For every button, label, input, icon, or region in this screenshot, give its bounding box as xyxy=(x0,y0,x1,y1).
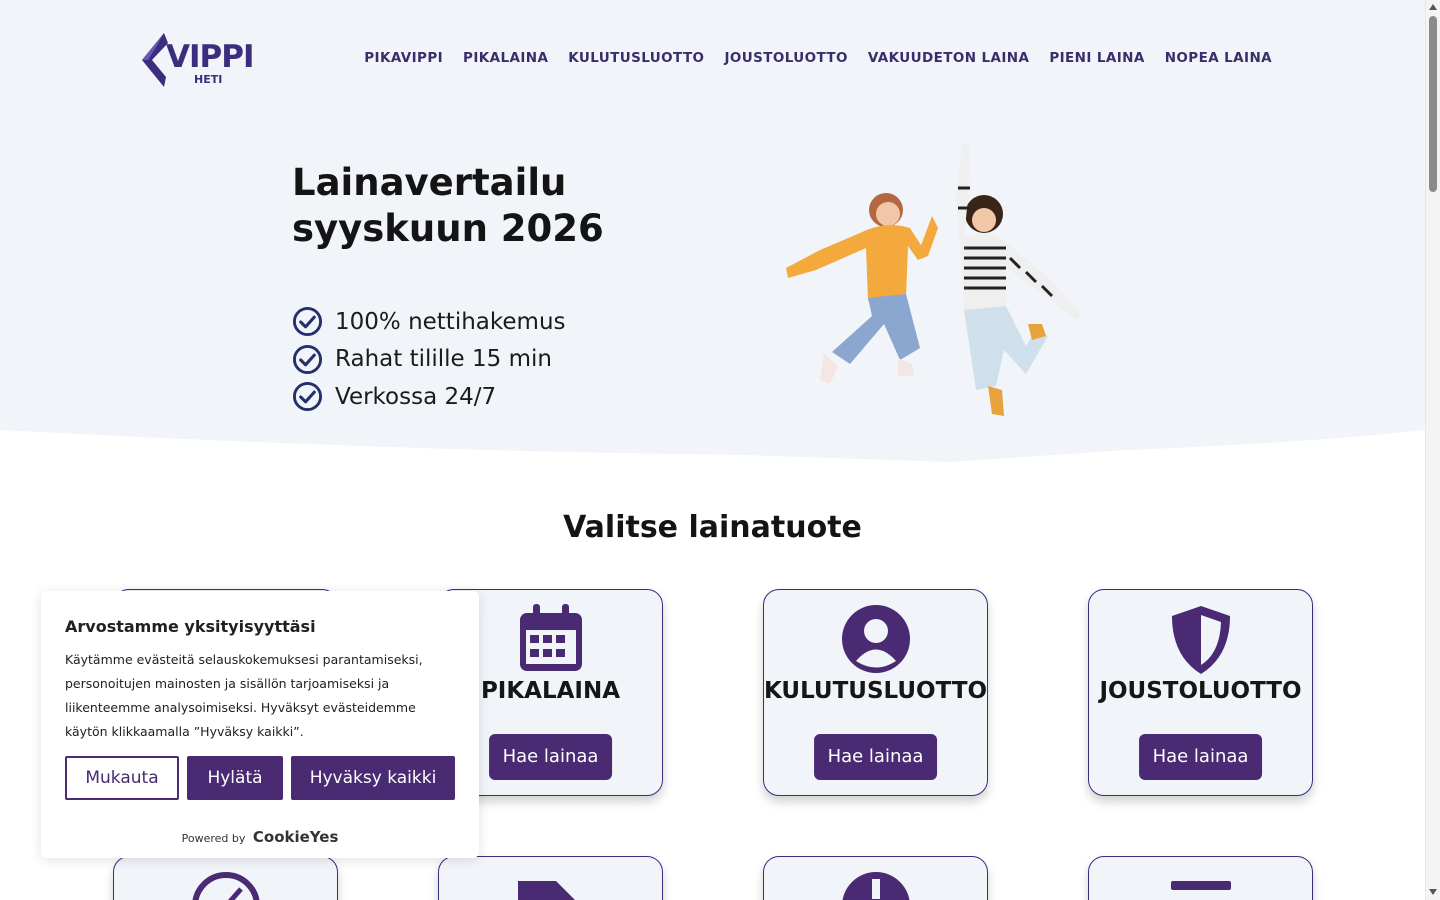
cookie-powered-by[interactable]: Powered by CookieYes xyxy=(41,828,479,846)
check-circle-icon xyxy=(292,307,323,337)
speedometer-icon xyxy=(192,872,259,900)
document-icon xyxy=(1170,881,1231,890)
card-title: KULUTUSLUOTTO xyxy=(764,678,988,704)
apply-loan-button[interactable]: Hae lainaa xyxy=(488,734,613,780)
card-row2-1[interactable] xyxy=(113,856,338,900)
card-joustoluotto[interactable]: JOUSTOLUOTTO Hae lainaa xyxy=(1088,589,1313,796)
hero-bullet-text: 100% nettihakemus xyxy=(335,308,566,335)
cookie-customize-button[interactable]: Mukauta xyxy=(65,756,179,800)
hero-title: Lainavertailu syyskuun 2026 xyxy=(292,160,712,252)
check-circle-icon xyxy=(292,382,323,412)
apply-loan-button[interactable]: Hae lainaa xyxy=(813,734,938,780)
hero-bullet-text: Rahat tilille 15 min xyxy=(335,346,552,373)
cookie-buttons: Mukauta Hylätä Hyväksy kaikki xyxy=(65,756,455,800)
nav-item-joustoluotto[interactable]: JOUSTOLUOTTO xyxy=(724,50,847,66)
cookie-text: Käytämme evästeitä selauskokemuksesi par… xyxy=(65,652,423,739)
card-row2-2[interactable] xyxy=(438,856,663,900)
hero-bullet-text: Verkossa 24/7 xyxy=(335,383,497,410)
hero-bullet: Rahat tilille 15 min xyxy=(292,341,566,379)
card-row2-3[interactable] xyxy=(763,856,988,900)
main-nav: PIKAVIPPI PIKALAINA KULUTUSLUOTTO JOUSTO… xyxy=(364,50,1272,66)
calendar-icon xyxy=(519,604,582,671)
powered-by-label: Powered by xyxy=(181,832,246,845)
page-scrollbar[interactable] xyxy=(1425,0,1440,900)
section-title: Valitse lainatuote xyxy=(563,510,862,545)
scroll-up-arrow-icon[interactable] xyxy=(1429,4,1437,10)
nav-item-pieni-laina[interactable]: PIENI LAINA xyxy=(1049,50,1144,66)
cookie-reject-button[interactable]: Hylätä xyxy=(187,756,283,800)
cookie-title: Arvostamme yksityisyyttäsi xyxy=(65,617,316,636)
hero-jumping-women-image xyxy=(786,142,1082,416)
hero-bullet: Verkossa 24/7 xyxy=(292,378,566,416)
scrollbar-thumb[interactable] xyxy=(1429,16,1437,192)
hero-title-line1: Lainavertailu xyxy=(292,161,567,204)
logo-text: VIPPI xyxy=(166,39,255,75)
scroll-down-arrow-icon[interactable] xyxy=(1429,889,1437,895)
user-circle-icon xyxy=(841,605,910,673)
hero-bullet-list: 100% nettihakemus Rahat tilille 15 min V… xyxy=(292,303,566,416)
logo-chevron-icon xyxy=(142,33,168,87)
hero-bullet: 100% nettihakemus xyxy=(292,303,566,341)
nav-item-nopea-laina[interactable]: NOPEA LAINA xyxy=(1165,50,1272,66)
info-circle-icon xyxy=(842,872,909,900)
card-title: JOUSTOLUOTTO xyxy=(1099,678,1302,704)
hero-bottom-curve xyxy=(0,420,1425,470)
shield-icon xyxy=(1171,606,1230,674)
card-row2-4[interactable] xyxy=(1088,856,1313,900)
card-kulutusluotto[interactable]: KULUTUSLUOTTO Hae lainaa xyxy=(763,589,988,796)
hero-title-line2: syyskuun 2026 xyxy=(292,207,604,250)
nav-item-vakuudeton-laina[interactable]: VAKUUDETON LAINA xyxy=(868,50,1029,66)
cookieyes-logo: CookieYes xyxy=(252,828,339,846)
apply-loan-button[interactable]: Hae lainaa xyxy=(1138,734,1263,780)
nav-item-kulutusluotto[interactable]: KULUTUSLUOTTO xyxy=(568,50,704,66)
cookie-accept-all-button[interactable]: Hyväksy kaikki xyxy=(291,756,455,800)
site-logo[interactable]: VIPPI HETI xyxy=(142,33,255,89)
check-circle-icon xyxy=(292,344,323,374)
nav-item-pikavippi[interactable]: PIKAVIPPI xyxy=(364,50,443,66)
nav-item-pikalaina[interactable]: PIKALAINA xyxy=(463,50,548,66)
cookie-consent-banner: Arvostamme yksityisyyttäsi Käytämme eväs… xyxy=(41,591,479,858)
logo-subtext: HETI xyxy=(194,73,223,86)
tag-icon xyxy=(517,881,575,900)
